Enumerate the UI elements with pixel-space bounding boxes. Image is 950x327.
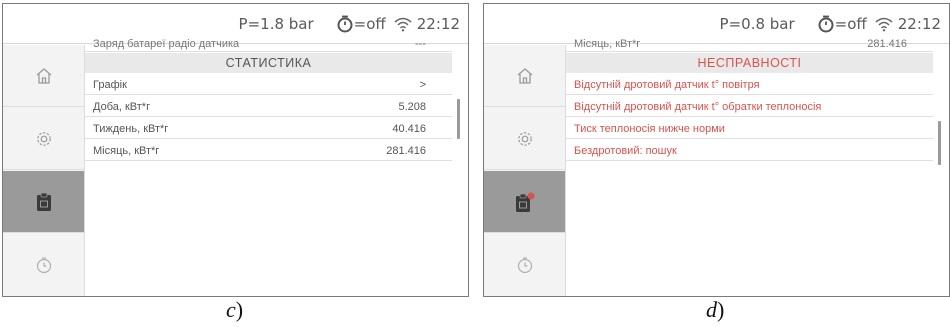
timer-status-label: =off (834, 14, 867, 33)
sidebar (484, 45, 566, 296)
timer-icon (337, 15, 353, 32)
timer-status[interactable]: =off (336, 15, 386, 33)
fault-item[interactable]: Тиск теплоносія нижче норми (566, 119, 933, 139)
list-item[interactable]: Заряд батареї радіо датчика --- (85, 37, 452, 52)
fault-label: Бездротовий: пошук (574, 144, 677, 157)
row-value: 40.416 (392, 122, 426, 135)
caption-c: c) (226, 297, 243, 323)
clock-readout: 22:12 (416, 14, 460, 33)
fault-label: Тиск теплоносія нижче норми (574, 122, 725, 135)
caption-paren: ) (235, 297, 244, 322)
clock-readout: 22:12 (897, 14, 941, 33)
fault-item[interactable]: Відсутній дротовий датчик t° повітря (566, 75, 933, 95)
pressure-readout: P=1.8 bar (238, 14, 314, 33)
row-label: Тиждень, кВт*г (93, 122, 169, 135)
row-value: 5.208 (398, 100, 426, 113)
fault-label: Відсутній дротовий датчик t° обратки теп… (574, 100, 822, 113)
row-label: Доба, кВт*г (93, 100, 151, 113)
timer-status-label: =off (353, 14, 386, 33)
wifi-icon (394, 16, 412, 32)
gear-icon (517, 131, 532, 146)
fault-item[interactable]: Бездротовий: пошук (566, 141, 933, 161)
fault-item[interactable]: Відсутній дротовий датчик t° обратки теп… (566, 97, 933, 117)
gear-icon (36, 131, 51, 146)
row-value: --- (415, 38, 426, 50)
timer-icon (818, 15, 834, 32)
list-item[interactable]: Тиждень, кВт*г 40.416 (85, 119, 452, 139)
thermostat-screen-c: P=1.8 bar =off 22:12 Заряд батареї радіо… (2, 3, 469, 297)
sidebar-item-info[interactable] (484, 171, 565, 233)
sidebar-item-home[interactable] (3, 45, 84, 107)
scrollbar[interactable] (938, 121, 941, 165)
scrollbar[interactable] (457, 99, 460, 139)
wifi-icon (875, 16, 893, 32)
sidebar-item-timer[interactable] (484, 234, 565, 296)
content-area: Заряд батареї радіо датчика --- СТАТИСТИ… (85, 38, 468, 296)
home-icon (36, 67, 51, 84)
row-label: Місяць, кВт*г (574, 38, 641, 50)
row-value: 281.416 (386, 144, 426, 157)
caption-paren: ) (717, 297, 725, 322)
sidebar-item-home[interactable] (484, 45, 565, 107)
caption-letter: c (226, 297, 236, 322)
home-icon (517, 67, 532, 84)
list-item-schedule[interactable]: Графік > (85, 75, 452, 95)
row-label: Місяць, кВт*г (93, 144, 160, 157)
list-item[interactable]: Місяць, кВт*г 281.416 (566, 37, 933, 52)
sidebar-item-info[interactable] (3, 171, 84, 233)
clipboard-alert-icon (515, 192, 534, 212)
thermostat-screen-d: P=0.8 bar =off 22:12 Місяць, кВт*г 281.4… (483, 3, 950, 297)
fault-label: Відсутній дротовий датчик t° повітря (574, 78, 760, 91)
caption-d: d) (706, 297, 724, 323)
list-item[interactable]: Місяць, кВт*г 281.416 (85, 141, 452, 161)
pressure-readout: P=0.8 bar (719, 14, 795, 33)
sidebar-item-timer[interactable] (3, 234, 84, 296)
clock-icon (517, 257, 532, 274)
row-label: Заряд батареї радіо датчика (93, 38, 240, 50)
section-title: НЕСПРАВНОСТІ (566, 53, 933, 73)
section-title: СТАТИСТИКА (85, 53, 452, 73)
sidebar-item-settings[interactable] (3, 108, 84, 170)
row-value: 281.416 (867, 38, 907, 50)
caption-letter: d (706, 297, 717, 322)
clock-icon (36, 257, 51, 274)
row-label: Графік (93, 78, 127, 91)
clipboard-icon (36, 192, 51, 211)
list-item[interactable]: Доба, кВт*г 5.208 (85, 97, 452, 117)
sidebar (3, 45, 85, 296)
chevron-right-icon: > (419, 78, 426, 91)
timer-status[interactable]: =off (817, 15, 867, 33)
content-area: Місяць, кВт*г 281.416 НЕСПРАВНОСТІ Відсу… (566, 38, 949, 296)
sidebar-item-settings[interactable] (484, 108, 565, 170)
